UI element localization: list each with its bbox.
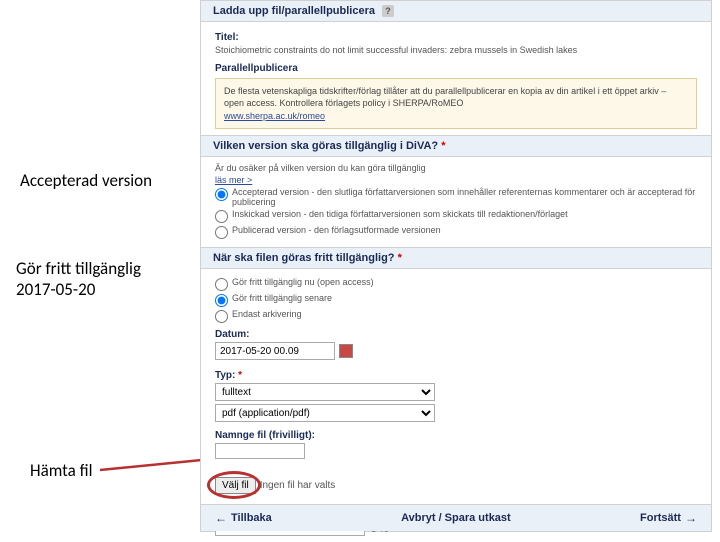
radio-submitted[interactable] [215, 210, 228, 223]
name-input[interactable] [215, 443, 305, 459]
when-header-text: När ska filen göras fritt tillgänglig? [213, 252, 395, 264]
arrow-right-icon: → [685, 511, 697, 525]
choose-file-button[interactable]: Välj fil [215, 477, 256, 494]
date-label: Datum: [215, 329, 697, 340]
parallel-label: Parallellpublicera [215, 63, 697, 74]
title-value: Stoichiometric constraints do not limit … [215, 45, 697, 57]
required-star: * [398, 252, 402, 264]
radio-published[interactable] [215, 226, 228, 239]
readmore-link[interactable]: läs mer > [215, 175, 697, 185]
file-none-text: Ingen fil har valts [260, 480, 336, 491]
required-star: * [441, 140, 445, 152]
continue-label: Fortsätt [640, 512, 681, 524]
cancel-save-button[interactable]: Avbryt / Spara utkast [401, 512, 511, 524]
when-section-body: Gör fritt tillgänglig nu (open access) G… [201, 269, 711, 542]
radio-submitted-row[interactable]: Inskickad version - den tidiga författar… [215, 209, 697, 223]
type-select-2[interactable]: pdf (application/pdf) [215, 404, 435, 422]
radio-archive-row[interactable]: Endast arkivering [215, 309, 697, 323]
back-button[interactable]: ← Tillbaka [215, 511, 272, 525]
upload-section-header: Ladda upp fil/parallellpublicera ? [201, 1, 711, 22]
arrow-left-icon: ← [215, 511, 227, 525]
calendar-icon[interactable] [339, 344, 353, 358]
back-label: Tillbaka [231, 512, 272, 524]
radio-later-row[interactable]: Gör fritt tillgänglig senare [215, 293, 697, 307]
file-row: Välj fil Ingen fil har valts [215, 477, 697, 494]
annotation-accepted: Accepterad version [20, 170, 152, 191]
radio-accepted-label: Accepterad version - den slutliga förfat… [232, 187, 697, 207]
date-wrap [215, 342, 697, 360]
radio-later[interactable] [215, 294, 228, 307]
parallel-info-box: De flesta vetenskapliga tidskrifter/förl… [215, 78, 697, 130]
version-sub: Är du osäker på vilken version du kan gö… [215, 163, 697, 175]
annotation-line2: 2017-05-20 [16, 279, 141, 300]
when-section-header: När ska filen göras fritt tillgänglig? * [201, 247, 711, 269]
version-header-text: Vilken version ska göras tillgänglig i D… [213, 140, 438, 152]
radio-now-label: Gör fritt tillgänglig nu (open access) [232, 277, 697, 287]
type-select-1[interactable]: fulltext [215, 383, 435, 401]
form-panel: Ladda upp fil/parallellpublicera ? Titel… [200, 0, 712, 532]
date-input[interactable] [215, 342, 335, 360]
radio-archive-label: Endast arkivering [232, 309, 697, 319]
version-section-header: Vilken version ska göras tillgänglig i D… [201, 135, 711, 157]
upload-header-text: Ladda upp fil/parallellpublicera [213, 5, 375, 17]
radio-submitted-label: Inskickad version - den tidiga författar… [232, 209, 697, 219]
radio-published-label: Publicerad version - den förlagsutformad… [232, 225, 697, 235]
type-label: Typ: * [215, 370, 697, 381]
annotation-line1: Gör fritt tillgänglig [16, 258, 141, 279]
radio-published-row[interactable]: Publicerad version - den förlagsutformad… [215, 225, 697, 239]
annotation-fetch-file: Hämta fil [30, 460, 93, 481]
type-label-text: Typ: [215, 370, 235, 381]
radio-later-label: Gör fritt tillgänglig senare [232, 293, 697, 303]
radio-accepted[interactable] [215, 188, 228, 201]
version-section-body: Är du osäker på vilken version du kan gö… [201, 157, 711, 247]
annotation-make-available: Gör fritt tillgänglig 2017-05-20 [16, 258, 141, 300]
upload-section-body: Titel: Stoichiometric constraints do not… [201, 22, 711, 135]
radio-accepted-row[interactable]: Accepterad version - den slutliga förfat… [215, 187, 697, 207]
title-label: Titel: [215, 32, 697, 43]
continue-button[interactable]: Fortsätt → [640, 511, 697, 525]
footer-bar: ← Tillbaka Avbryt / Spara utkast Fortsät… [201, 504, 711, 531]
radio-now-row[interactable]: Gör fritt tillgänglig nu (open access) [215, 277, 697, 291]
parallel-text: De flesta vetenskapliga tidskrifter/förl… [224, 86, 666, 109]
radio-archive[interactable] [215, 310, 228, 323]
sherpa-link[interactable]: www.sherpa.ac.uk/romeo [224, 111, 325, 121]
name-label: Namnge fil (frivilligt): [215, 430, 697, 441]
radio-now[interactable] [215, 278, 228, 291]
required-star: * [238, 370, 242, 381]
help-icon[interactable]: ? [382, 5, 394, 17]
